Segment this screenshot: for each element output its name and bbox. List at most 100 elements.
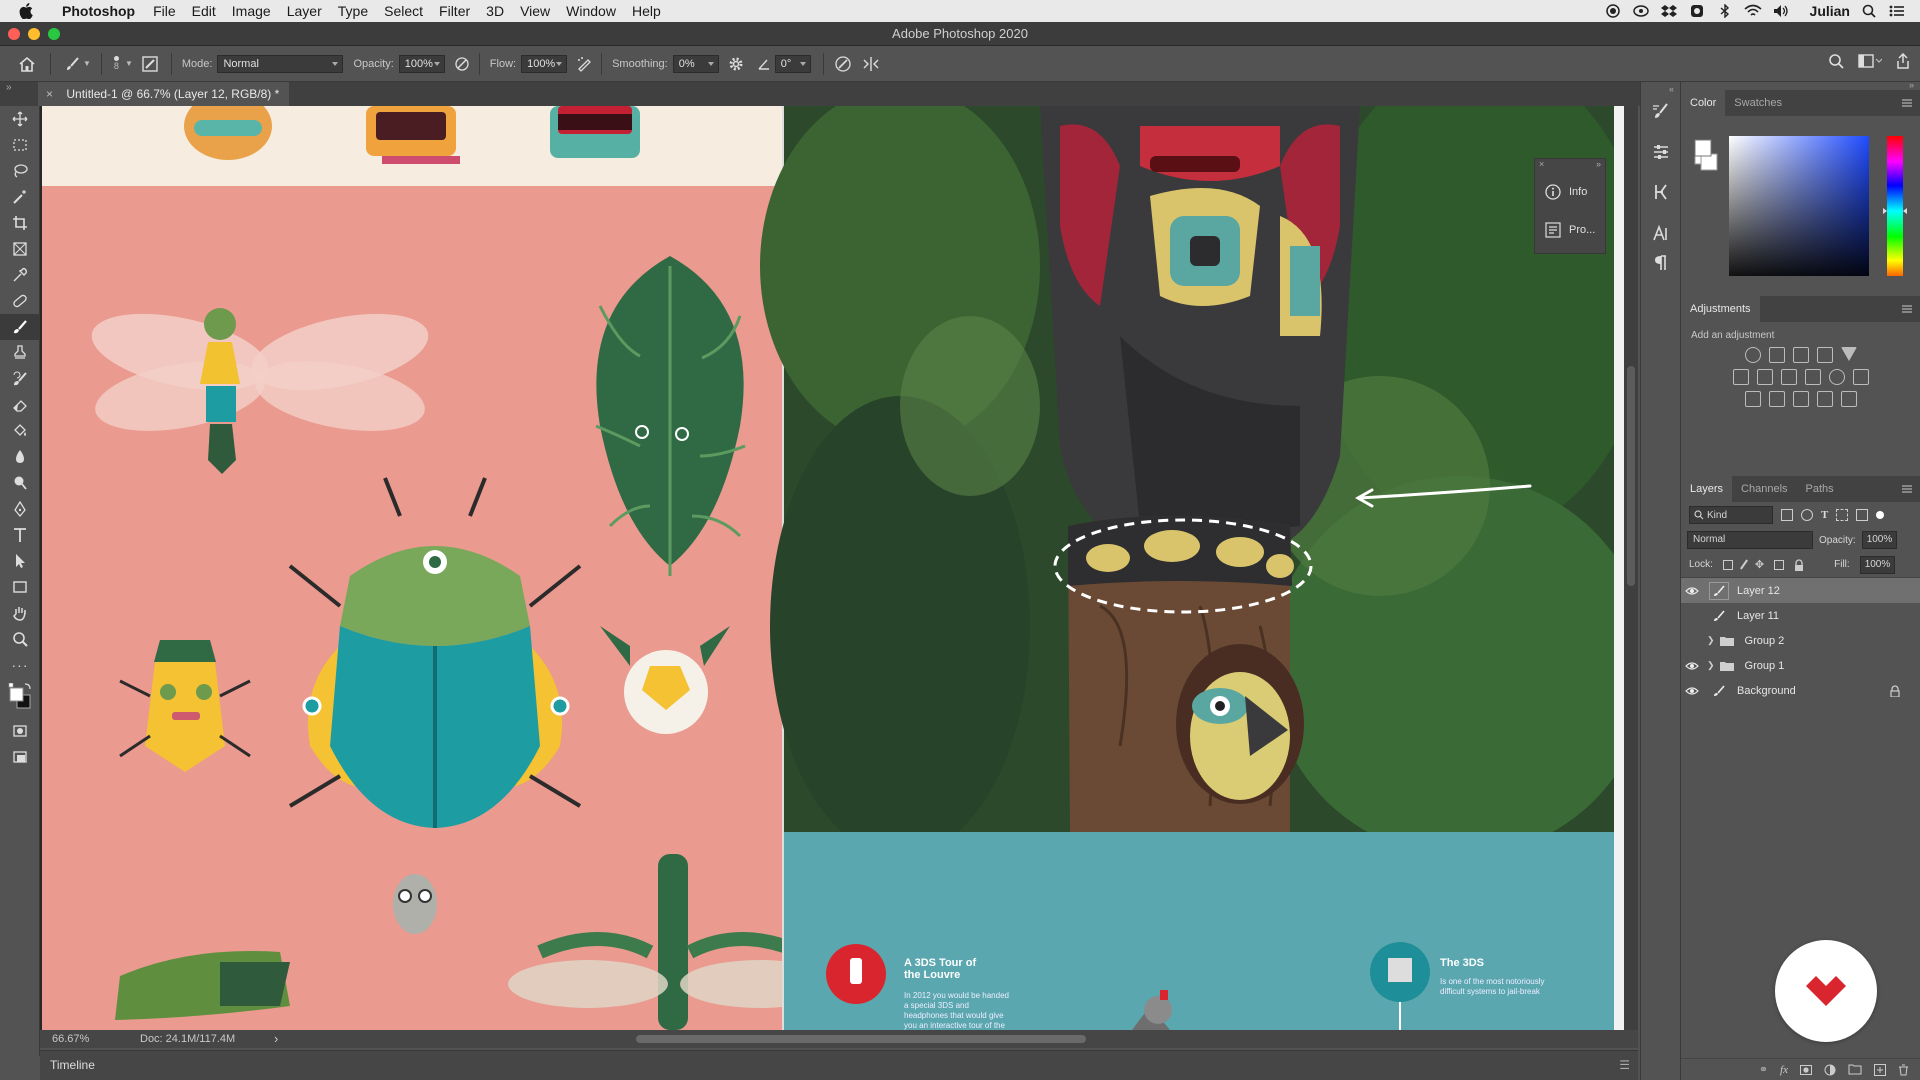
menu-3d[interactable]: 3D	[478, 3, 512, 19]
lock-icon[interactable]	[1890, 684, 1900, 697]
marquee-tool[interactable]	[0, 132, 40, 158]
gradient-map-icon[interactable]	[1840, 391, 1857, 407]
layer-blend-mode[interactable]: Normal	[1687, 531, 1813, 549]
color-lookup-icon[interactable]	[1852, 369, 1869, 385]
panel-menu-icon[interactable]	[1902, 305, 1912, 313]
tab-swatches[interactable]: Swatches	[1725, 90, 1791, 116]
adjustments-strip-icon[interactable]	[1651, 142, 1671, 162]
layer-row-layer-12[interactable]: Layer 12	[1681, 578, 1920, 603]
paint-bucket-tool[interactable]	[0, 418, 40, 444]
collapse-toolbar-icon[interactable]: »	[6, 82, 12, 93]
link-layers-icon[interactable]: ⚭	[1759, 1063, 1768, 1076]
volume-icon[interactable]	[1772, 2, 1790, 20]
brush-preset-icon[interactable]	[61, 53, 83, 75]
threshold-icon[interactable]	[1792, 391, 1809, 407]
document-tab[interactable]: × Untitled-1 @ 66.7% (Layer 12, RGB/8) *	[38, 82, 290, 106]
properties-panel-button[interactable]: Pro...	[1535, 211, 1605, 249]
color-swatches[interactable]	[0, 678, 40, 718]
expand-panels-icon[interactable]: «	[1669, 84, 1674, 94]
menu-edit[interactable]: Edit	[184, 3, 224, 19]
horizontal-scrollbar-thumb[interactable]	[636, 1035, 1086, 1043]
rectangle-tool[interactable]	[0, 574, 40, 600]
panel-menu-icon[interactable]	[1902, 485, 1912, 493]
shape-filter-icon[interactable]	[1836, 509, 1849, 521]
eraser-tool[interactable]	[0, 392, 40, 418]
zoom-tool[interactable]	[0, 626, 40, 652]
menu-help[interactable]: Help	[624, 3, 669, 19]
channel-mixer-icon[interactable]	[1828, 369, 1845, 385]
layer-row-group-1[interactable]: ❯ Group 1	[1681, 653, 1920, 678]
tab-adjustments[interactable]: Adjustments	[1681, 296, 1760, 322]
creative-cloud-icon[interactable]	[1632, 2, 1650, 20]
type-tool[interactable]	[0, 522, 40, 548]
frame-tool[interactable]	[0, 236, 40, 262]
tab-channels[interactable]: Channels	[1732, 476, 1796, 502]
record-icon[interactable]	[1604, 2, 1622, 20]
menu-view[interactable]: View	[512, 3, 558, 19]
collapse-panels-icon[interactable]: »	[1909, 80, 1914, 90]
clone-stamp-tool[interactable]	[0, 340, 40, 366]
pressure-opacity-icon[interactable]	[451, 53, 473, 75]
visibility-eye-icon[interactable]	[1681, 661, 1703, 671]
visibility-eye-icon[interactable]	[1681, 586, 1703, 596]
brush-size-picker[interactable]: 8	[113, 56, 119, 71]
pen-tool[interactable]	[0, 496, 40, 522]
new-group-icon[interactable]	[1848, 1064, 1862, 1075]
scrollbar-thumb[interactable]	[1627, 366, 1635, 586]
wifi-icon[interactable]	[1744, 2, 1762, 20]
panel-menu-icon[interactable]: ☰	[1619, 1051, 1630, 1079]
chevron-down-icon[interactable]: ▼	[83, 59, 91, 68]
minimize-window-button[interactable]	[28, 28, 40, 40]
close-document-icon[interactable]: ×	[46, 87, 53, 101]
adjustment-filter-icon[interactable]	[1801, 509, 1813, 521]
new-adjustment-layer-icon[interactable]	[1824, 1064, 1836, 1076]
dodge-tool[interactable]	[0, 470, 40, 496]
document-canvas[interactable]: A 3DS Tour of the Louvre In 2012 you wou…	[40, 106, 1624, 1030]
notification-center-icon[interactable]	[1888, 2, 1906, 20]
quick-mask-button[interactable]	[0, 718, 40, 744]
home-icon[interactable]	[16, 53, 38, 75]
color-picker[interactable]	[1681, 116, 1920, 276]
curves-icon[interactable]	[1792, 347, 1809, 363]
lock-all-icon[interactable]	[1794, 558, 1804, 571]
black-white-icon[interactable]	[1780, 369, 1797, 385]
layer-kind-filter[interactable]: Kind	[1689, 506, 1773, 524]
invert-icon[interactable]	[1744, 391, 1761, 407]
move-tool[interactable]	[0, 106, 40, 132]
path-selection-tool[interactable]	[0, 548, 40, 574]
photo-filter-icon[interactable]	[1804, 369, 1821, 385]
smoothing-field[interactable]: 0%	[672, 54, 719, 73]
zoom-level[interactable]: 66.67%	[52, 1030, 89, 1048]
close-icon[interactable]: ×	[1539, 159, 1544, 173]
close-window-button[interactable]	[8, 28, 20, 40]
menu-type[interactable]: Type	[330, 3, 376, 19]
exposure-icon[interactable]	[1816, 347, 1833, 363]
visibility-eye-icon[interactable]	[1681, 686, 1703, 696]
brush-settings-icon[interactable]	[1651, 102, 1671, 122]
status-menu-arrow[interactable]: ›	[274, 1030, 278, 1048]
airbrush-icon[interactable]	[573, 53, 595, 75]
clone-source-icon[interactable]	[1651, 182, 1671, 202]
user-name[interactable]: Julian	[1810, 3, 1850, 19]
dropbox-icon[interactable]	[1660, 2, 1678, 20]
hand-tool[interactable]	[0, 600, 40, 626]
gear-icon[interactable]	[725, 53, 747, 75]
menu-window[interactable]: Window	[558, 3, 624, 19]
fill-field[interactable]: 100%	[1859, 555, 1896, 574]
chevron-right-icon[interactable]: ❯	[1707, 635, 1715, 646]
layer-row-layer-11[interactable]: Layer 11	[1681, 603, 1920, 628]
brush-angle-icon[interactable]	[753, 53, 775, 75]
blur-tool[interactable]	[0, 444, 40, 470]
trash-icon[interactable]	[1898, 1064, 1909, 1076]
timeline-panel[interactable]: Timeline ☰	[40, 1050, 1638, 1080]
paragraph-icon[interactable]	[1653, 254, 1669, 272]
eyedropper-tool[interactable]	[0, 262, 40, 288]
tab-paths[interactable]: Paths	[1797, 476, 1843, 502]
info-panel-button[interactable]: Info	[1535, 173, 1605, 211]
lock-position-icon[interactable]: ✥	[1755, 558, 1764, 571]
menu-filter[interactable]: Filter	[431, 3, 478, 19]
screen-mode-button[interactable]	[0, 744, 40, 770]
lock-image-icon[interactable]	[1739, 559, 1748, 570]
angle-field[interactable]: 0°	[774, 54, 811, 73]
app-tray-icon[interactable]	[1688, 2, 1706, 20]
